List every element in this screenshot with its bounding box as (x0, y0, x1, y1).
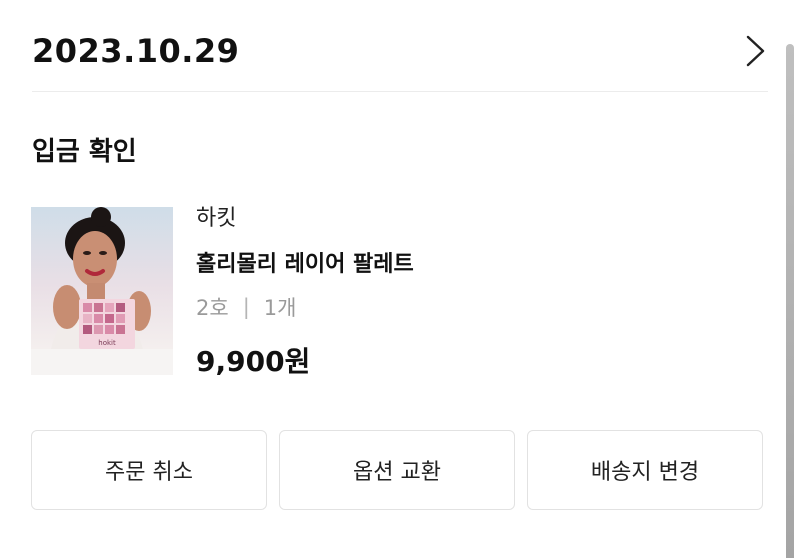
product-quantity: 1개 (263, 296, 297, 320)
header-divider (32, 91, 768, 92)
product-option: 2호 (196, 296, 229, 320)
order-header[interactable]: 2023.10.29 (32, 28, 768, 78)
product-thumbnail[interactable]: hokit (31, 207, 173, 375)
chevron-right-icon[interactable] (744, 34, 768, 68)
scrollbar[interactable] (786, 44, 794, 558)
thumbnail-logo-text: hokit (98, 339, 116, 347)
order-status: 입금 확인 (32, 137, 137, 167)
product-brand[interactable]: 하킷 (196, 200, 236, 232)
product-options: 2호 | 1개 (196, 292, 296, 322)
change-address-button[interactable]: 배송지 변경 (527, 430, 763, 510)
product-price: 9,900원 (196, 345, 311, 378)
option-separator: | (242, 295, 250, 319)
order-date: 2023.10.29 (32, 32, 240, 70)
exchange-option-button[interactable]: 옵션 교환 (279, 430, 515, 510)
cancel-order-button[interactable]: 주문 취소 (31, 430, 267, 510)
product-name[interactable]: 홀리몰리 레이어 팔레트 (196, 246, 414, 278)
